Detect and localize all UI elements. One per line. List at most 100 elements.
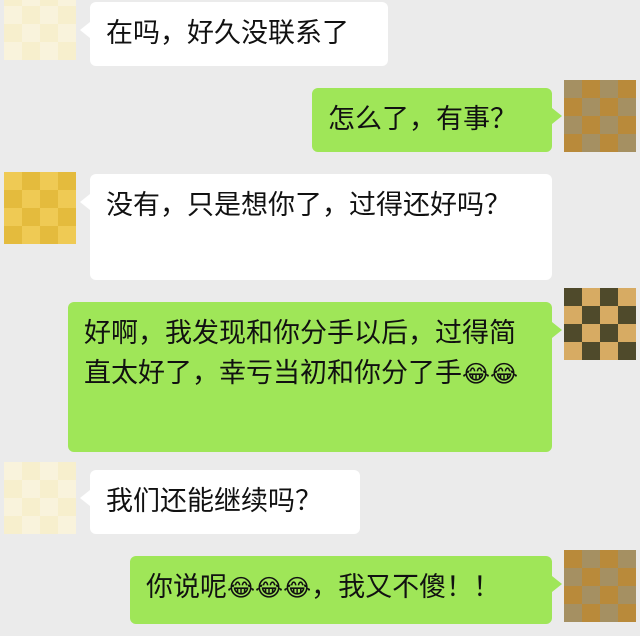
- avatar-pixel: [58, 208, 76, 226]
- avatar-pixel: [600, 98, 618, 116]
- avatar-pixel: [564, 288, 582, 306]
- avatar-pixel: [582, 586, 600, 604]
- avatar-pixel: [22, 6, 40, 24]
- avatar-pixel: [582, 98, 600, 116]
- avatar-pixel: [4, 226, 22, 244]
- avatar-pixel: [22, 208, 40, 226]
- message-text: 我们还能继续吗？: [106, 486, 322, 517]
- avatar-pixel: [4, 208, 22, 226]
- avatar-pixel: [582, 134, 600, 152]
- avatar-pixel: [600, 306, 618, 324]
- avatar-pixel: [4, 498, 22, 516]
- avatar-pixel: [618, 288, 636, 306]
- avatar-pixel: [4, 516, 22, 534]
- avatar-pixel: [22, 226, 40, 244]
- message-text: ，我又不傻！！: [311, 572, 501, 603]
- avatar-pixel: [600, 568, 618, 586]
- message-bubble-incoming[interactable]: 在吗，好久没联系了: [80, 2, 388, 66]
- avatar-pixel: [582, 568, 600, 586]
- message-text: 你说呢: [146, 572, 227, 603]
- avatar-pixel: [40, 480, 58, 498]
- avatar-pixel: [618, 306, 636, 324]
- avatar-pixel: [618, 568, 636, 586]
- self-avatar[interactable]: [564, 80, 636, 152]
- avatar-pixel: [564, 306, 582, 324]
- self-avatar[interactable]: [564, 550, 636, 622]
- self-avatar[interactable]: [564, 288, 636, 360]
- avatar-pixel: [40, 462, 58, 480]
- avatar-pixel: [564, 550, 582, 568]
- avatar-pixel: [58, 226, 76, 244]
- avatar-pixel: [4, 24, 22, 42]
- avatar-pixel: [564, 134, 582, 152]
- avatar-pixel: [40, 498, 58, 516]
- avatar-pixel: [40, 208, 58, 226]
- message-bubble-outgoing[interactable]: 好啊，我发现和你分手以后，过得简直太好了，幸亏当初和你分了手😂😂: [68, 302, 562, 452]
- laughing-crying-emoji: 😂😂: [462, 360, 519, 388]
- avatar-pixel: [4, 462, 22, 480]
- avatar-pixel: [564, 80, 582, 98]
- chat-area: 在吗，好久没联系了 怎么了，有事？ 没有，只是想你了，过得还好吗？ 好啊，我发现…: [0, 0, 640, 636]
- avatar-pixel: [600, 288, 618, 306]
- avatar-pixel: [564, 98, 582, 116]
- message-bubble-incoming[interactable]: 没有，只是想你了，过得还好吗？: [80, 174, 552, 280]
- avatar-pixel: [22, 480, 40, 498]
- avatar-pixel: [40, 516, 58, 534]
- avatar-pixel: [582, 324, 600, 342]
- avatar-pixel: [618, 550, 636, 568]
- avatar-pixel: [4, 6, 22, 24]
- avatar-pixel: [582, 306, 600, 324]
- avatar-pixel: [582, 288, 600, 306]
- avatar-pixel: [600, 604, 618, 622]
- avatar-pixel: [4, 172, 22, 190]
- avatar-pixel: [600, 116, 618, 134]
- avatar-pixel: [58, 462, 76, 480]
- avatar-pixel: [22, 462, 40, 480]
- contact-avatar[interactable]: [4, 172, 76, 244]
- avatar-pixel: [58, 42, 76, 60]
- avatar-pixel: [22, 172, 40, 190]
- avatar-pixel: [618, 134, 636, 152]
- avatar-pixel: [582, 80, 600, 98]
- message-bubble-outgoing[interactable]: 你说呢😂😂😂，我又不傻！！: [130, 556, 562, 624]
- avatar-pixel: [618, 604, 636, 622]
- avatar-pixel: [58, 172, 76, 190]
- message-bubble-outgoing[interactable]: 怎么了，有事？: [312, 88, 562, 152]
- avatar-pixel: [564, 324, 582, 342]
- avatar-pixel: [618, 116, 636, 134]
- avatar-pixel: [58, 498, 76, 516]
- message-text: 怎么了，有事？: [328, 104, 517, 135]
- avatar-pixel: [564, 604, 582, 622]
- avatar-pixel: [22, 42, 40, 60]
- avatar-pixel: [4, 42, 22, 60]
- avatar-pixel: [40, 226, 58, 244]
- avatar-pixel: [58, 190, 76, 208]
- message-bubble-incoming[interactable]: 我们还能继续吗？: [80, 470, 360, 534]
- avatar-pixel: [40, 6, 58, 24]
- avatar-pixel: [600, 324, 618, 342]
- avatar-pixel: [564, 568, 582, 586]
- avatar-pixel: [40, 172, 58, 190]
- avatar-pixel: [22, 24, 40, 42]
- avatar-pixel: [22, 498, 40, 516]
- laughing-crying-emoji: 😂😂😂: [227, 574, 312, 602]
- avatar-pixel: [58, 516, 76, 534]
- avatar-pixel: [40, 190, 58, 208]
- avatar-pixel: [600, 80, 618, 98]
- contact-avatar[interactable]: [4, 462, 76, 534]
- avatar-pixel: [22, 516, 40, 534]
- avatar-pixel: [582, 604, 600, 622]
- avatar-pixel: [564, 342, 582, 360]
- avatar-pixel: [58, 24, 76, 42]
- avatar-pixel: [58, 6, 76, 24]
- avatar-pixel: [600, 550, 618, 568]
- avatar-pixel: [58, 480, 76, 498]
- avatar-pixel: [618, 586, 636, 604]
- avatar-pixel: [40, 24, 58, 42]
- avatar-pixel: [564, 586, 582, 604]
- avatar-pixel: [22, 190, 40, 208]
- avatar-pixel: [600, 586, 618, 604]
- avatar-pixel: [618, 80, 636, 98]
- avatar-pixel: [564, 116, 582, 134]
- contact-avatar[interactable]: [4, 0, 76, 60]
